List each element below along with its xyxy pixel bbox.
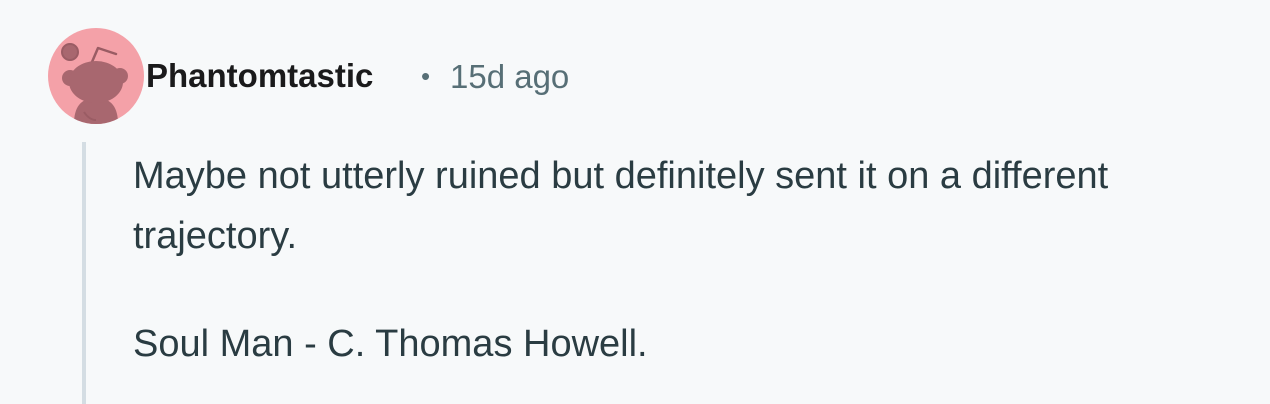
comment: Phantomtastic • 15d ago Maybe not utterl… [0,0,1270,404]
avatar[interactable] [48,28,144,124]
meta-separator: • [421,61,431,91]
snoo-avatar-icon [61,43,128,124]
comment-paragraph: Soul Man - C. Thomas Howell. [133,323,648,365]
comment-body: Maybe not utterly ruined but definitely … [133,146,1173,374]
author-username[interactable]: Phantomtastic [146,56,373,96]
comment-paragraph: Maybe not utterly ruined but definitely … [133,155,1109,257]
comment-timestamp[interactable]: 15d ago [450,57,569,97]
thread-collapse-line[interactable] [82,142,86,404]
